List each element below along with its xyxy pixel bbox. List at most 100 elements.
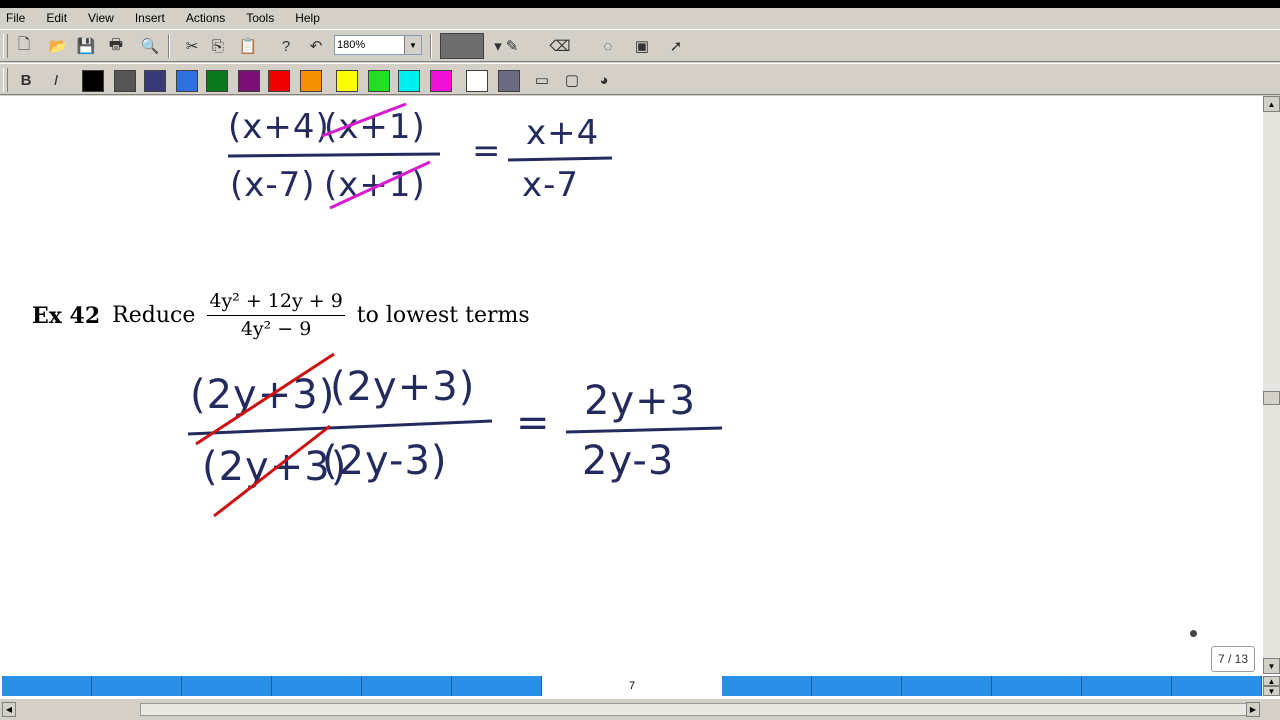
menu-tools[interactable]: Tools [241,9,279,27]
color-swatch[interactable] [144,70,166,92]
new-page-icon[interactable]: 🗋 [12,35,36,57]
color-swatch[interactable] [114,70,136,92]
vertical-scrollbar[interactable]: ▲ ▼ [1263,96,1280,674]
lasso-icon[interactable]: ◌ [596,35,620,57]
prev-num-right: (x+1) [324,107,426,147]
screen-capture-icon[interactable]: ▣ [630,35,654,57]
save-icon[interactable]: 💾 [74,35,98,57]
example-suffix: to lowest terms [356,303,530,328]
help-icon[interactable]: ? [274,35,298,57]
page-tab[interactable] [182,676,272,696]
scroll-up-icon[interactable]: ▲ [1263,96,1280,112]
menu-view[interactable]: View [83,9,119,27]
undo-icon[interactable]: ↶ [304,35,328,57]
menu-insert[interactable]: Insert [130,9,170,27]
work-fraction-bar [187,419,493,436]
page-tab[interactable] [1082,676,1172,696]
menu-actions[interactable]: Actions [181,9,230,27]
whiteboard-page[interactable]: (x+4) (x+1) (x-7) (x+1) = x+4 x-7 (2y+3)… [0,96,1263,674]
app-window: File Edit View Insert Actions Tools Help… [0,8,1280,720]
prev-equals: = [472,131,502,171]
color-swatch[interactable] [336,70,358,92]
main-toolbar: 🗋 📂 💾 🖶 🔍 ✂ ⎘ 📋 ? ↶ 180% ▼ ▾ ✎ ⌫ ◌ ▣ ➚ [0,29,1280,62]
search-icon[interactable]: 🔍 [138,35,162,57]
color-swatch[interactable] [498,70,520,92]
scroll-left-icon[interactable]: ◀ [2,702,16,717]
chevron-down-icon[interactable]: ▼ [404,36,421,54]
color-swatch[interactable] [238,70,260,92]
italic-icon[interactable]: I [44,69,68,91]
cut-icon[interactable]: ✂ [180,35,204,57]
example-label: Ex 42 [32,302,101,329]
scroll-down-icon[interactable]: ▼ [1263,658,1280,674]
copy-icon[interactable]: ⎘ [206,35,230,57]
prev-den-left: (x-7) [230,165,316,205]
color-swatch[interactable] [398,70,420,92]
zoom-value: 180% [337,39,366,51]
page-tab[interactable] [272,676,362,696]
color-swatch[interactable] [268,70,290,92]
page-tab[interactable] [902,676,992,696]
open-icon[interactable]: 📂 [46,35,70,57]
page-tab[interactable] [722,676,812,696]
color-swatch[interactable] [206,70,228,92]
page-tab[interactable] [452,676,542,696]
page-tab[interactable] [1172,676,1262,696]
format-toolbar: B I ▭ ▢ ◕ [0,63,1280,95]
page-tab[interactable] [992,676,1082,696]
color-swatch[interactable] [82,70,104,92]
zoom-select[interactable]: 180% ▼ [334,35,422,55]
menu-file[interactable]: File [1,9,30,27]
page-tab[interactable] [2,676,92,696]
color-swatch[interactable] [466,70,488,92]
prev-result-num: x+4 [526,113,599,153]
layer-icon[interactable]: ▭ [530,69,554,91]
menu-bar: File Edit View Insert Actions Tools Help [0,8,1280,28]
work-num-right: (2y+3) [330,364,475,410]
horizontal-scrollbar[interactable]: ◀ ▶ [0,698,1280,720]
example-statement: Ex 42 Reduce 4y² + 12y + 9 4y² − 9 to lo… [32,292,530,339]
prev-result-bar [507,156,613,162]
shape-icon[interactable]: ▢ [560,69,584,91]
work-den-right: (2y-3) [322,438,448,484]
page-tab[interactable] [92,676,182,696]
print-icon[interactable]: 🖶 [104,35,128,57]
work-result-num: 2y+3 [584,378,696,424]
color-swatch[interactable] [176,70,198,92]
color-swatch[interactable] [368,70,390,92]
page-tabs: 7 ▲ ▼ [0,674,1280,698]
page-tab-current[interactable]: 7 [542,676,722,696]
scroll-right-icon[interactable]: ▶ [1246,702,1260,717]
pen-icon[interactable] [440,33,484,59]
prev-fraction: (x+4) (x+1) (x-7) (x+1) = x+4 x-7 [227,102,613,210]
work-num-left: (2y+3) [190,372,335,418]
page-tab[interactable] [362,676,452,696]
work-result-bar [565,426,723,434]
work-equals: = [516,400,551,446]
horizontal-scroll-thumb[interactable] [140,703,1252,716]
color-picker-icon[interactable]: ◕ [592,69,616,91]
example-verb: Reduce [112,303,196,328]
color-swatch[interactable] [300,70,322,92]
paste-icon[interactable]: 📋 [236,35,260,57]
prev-fraction-bar [227,152,441,158]
eraser-icon[interactable]: ⌫ [548,35,572,57]
work-result-den: 2y-3 [582,438,674,484]
page-tab[interactable] [812,676,902,696]
pointer-icon[interactable]: ➚ [664,35,688,57]
example-fraction: 4y² + 12y + 9 4y² − 9 [207,292,345,340]
pen-tool-icon[interactable]: ✎ [500,35,524,57]
prev-result-den: x-7 [522,165,579,205]
color-swatch[interactable] [430,70,452,92]
scroll-down-icon[interactable]: ▼ [1263,686,1280,696]
cursor-dot [1190,630,1197,637]
scroll-up-icon[interactable]: ▲ [1263,676,1280,686]
menu-help[interactable]: Help [290,9,325,27]
menu-edit[interactable]: Edit [41,9,72,27]
vertical-scroll-thumb[interactable] [1263,391,1280,405]
bold-icon[interactable]: B [14,69,38,91]
example-denominator: 4y² − 9 [240,318,312,340]
toolbar-grip[interactable] [3,68,8,92]
page-indicator: 7 / 13 [1211,646,1255,672]
toolbar-grip[interactable] [3,34,8,58]
